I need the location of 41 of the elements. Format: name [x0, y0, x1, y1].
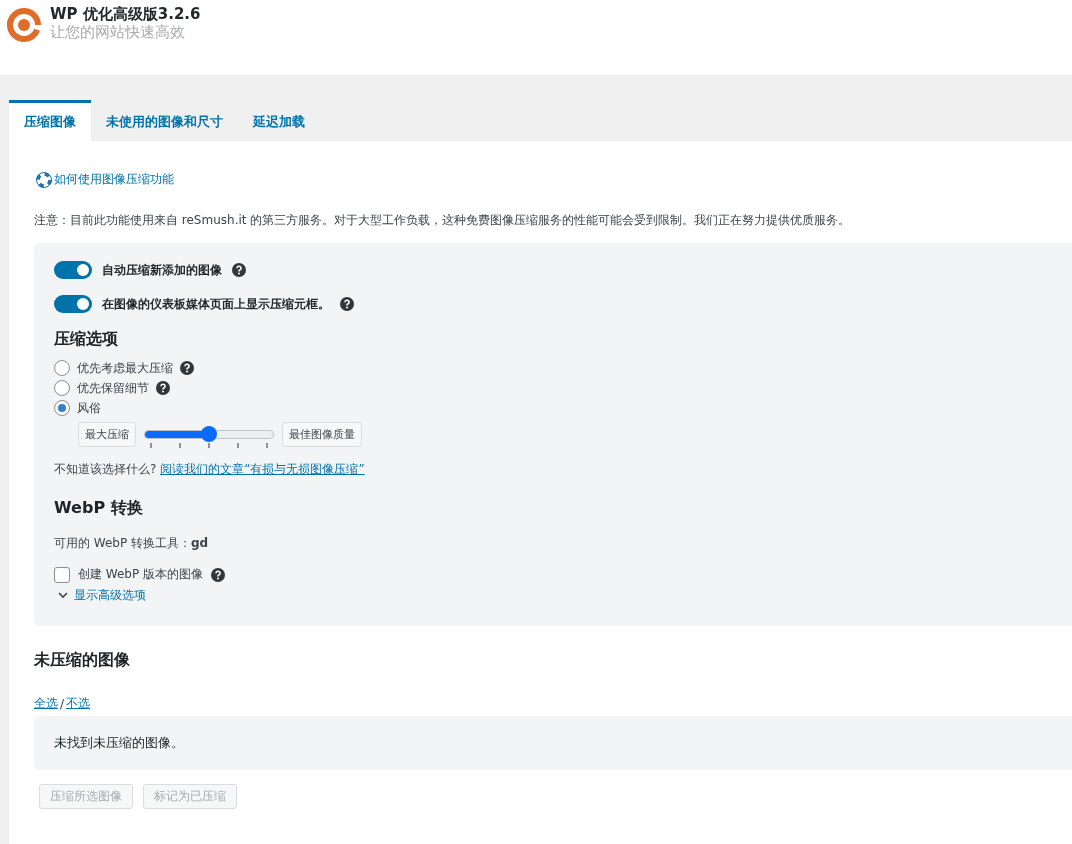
- separator-text: /: [60, 696, 65, 711]
- notice-text: 注意：目前此功能使用来自 reSmush.it 的第三方服务。对于大型工作负载，这种免费图像压缩服务的性能可能会受到限制。我们正在努力提供优质服务。: [34, 212, 852, 229]
- toggle-switch[interactable]: [54, 261, 92, 279]
- slider-thumb[interactable]: [201, 426, 217, 442]
- slider-min-label: 最大压缩: [78, 422, 136, 447]
- webp-tool-text: 可用的 WebP 转换工具：gd: [54, 535, 210, 552]
- toggle-label: 自动压缩新添加的图像: [102, 261, 222, 279]
- help-icon[interactable]: [340, 297, 354, 311]
- app-title: WP 优化高级版3.2.6: [50, 5, 201, 23]
- checkbox[interactable]: [54, 566, 70, 583]
- select-none-link[interactable]: 不选: [66, 695, 91, 712]
- advanced-options-link[interactable]: 显示高级选项: [74, 587, 146, 604]
- option-label: 风俗: [77, 399, 101, 417]
- radio-button[interactable]: [54, 380, 70, 396]
- article-link[interactable]: 阅读我们的文章“有损与无损图像压缩”: [160, 462, 365, 476]
- radio-button[interactable]: [54, 360, 70, 376]
- radio-button[interactable]: [54, 400, 70, 416]
- tab[interactable]: 延迟加载: [238, 100, 320, 141]
- section-heading: 未压缩的图像: [34, 650, 131, 671]
- chevron-down-icon: [58, 592, 68, 599]
- tab[interactable]: 未使用的图像和尺寸: [91, 100, 238, 141]
- slider-max-label: 最佳图像质量: [282, 422, 362, 447]
- option-label: 优先考虑最大压缩: [77, 359, 173, 377]
- help-icon[interactable]: [156, 381, 170, 395]
- empty-message: 未找到未压缩的图像。: [34, 716, 1072, 770]
- select-all-link[interactable]: 全选: [34, 695, 58, 712]
- app-subtitle: 让您的网站快速高效: [50, 23, 186, 41]
- option-label: 优先保留细节: [77, 379, 149, 397]
- help-link[interactable]: 如何使用图像压缩功能: [54, 171, 174, 188]
- help-icon[interactable]: [180, 361, 194, 375]
- section-heading: WebP 转换: [54, 498, 144, 519]
- tab[interactable]: 压缩图像: [9, 100, 91, 141]
- toggle-switch[interactable]: [54, 295, 92, 313]
- logo-icon: [4, 5, 44, 45]
- toggle-label: 在图像的仪表板媒体页面上显示压缩元框。: [102, 295, 330, 313]
- lifebuoy-icon: [36, 171, 52, 188]
- help-icon[interactable]: [232, 263, 246, 277]
- help-icon[interactable]: [211, 567, 226, 582]
- hint-text: 不知道该选择什么?: [54, 462, 158, 476]
- checkbox-label: 创建 WebP 版本的图像: [78, 566, 204, 583]
- section-heading: 压缩选项: [54, 329, 119, 350]
